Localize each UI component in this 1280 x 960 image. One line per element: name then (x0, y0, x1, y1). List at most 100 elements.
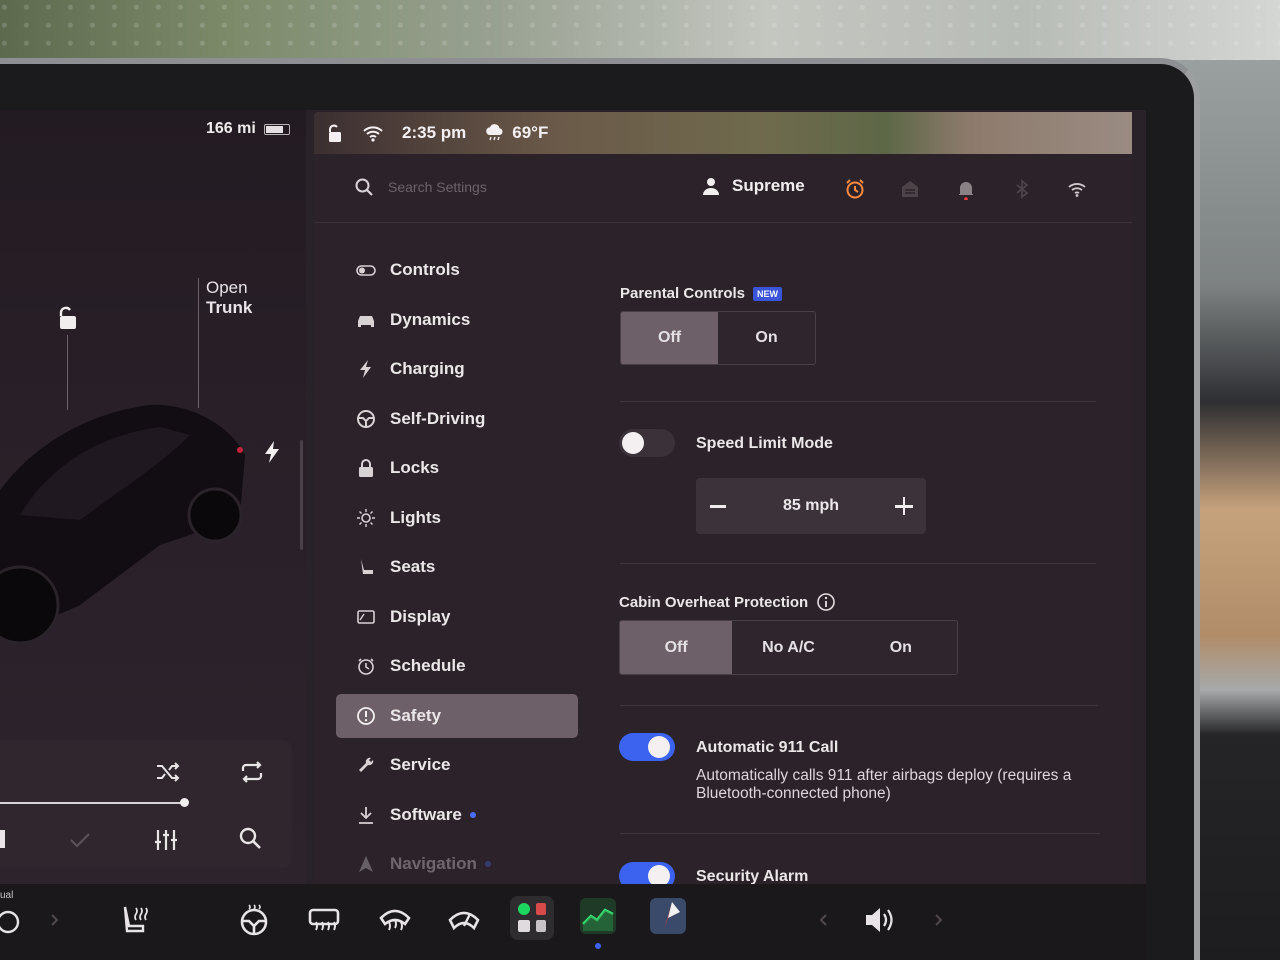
temperature-text: 69°F (512, 123, 549, 142)
navigation-app-icon[interactable] (650, 898, 686, 934)
rear-defrost-icon[interactable] (306, 902, 342, 938)
section-divider (620, 705, 1098, 706)
menu-label-seats: Seats (390, 557, 436, 576)
wrench-icon (359, 757, 374, 772)
cabin-overheat-text: Cabin Overheat Protection (619, 593, 809, 611)
cabin-overheat-off[interactable]: Off (620, 621, 733, 674)
front-defrost-icon[interactable] (377, 902, 413, 938)
user-profile-icon (703, 178, 719, 195)
section-divider (620, 401, 1096, 402)
open-trunk-button[interactable]: Open Trunk (206, 278, 252, 318)
new-badge: NEW (753, 286, 783, 301)
menu-label-self-driving: Self-Driving (390, 408, 486, 428)
automatic-911-label: Automatic 911 Call (696, 739, 839, 756)
cabin-overheat-no-ac[interactable]: No A/C (732, 621, 844, 674)
bluetooth-icon[interactable] (1011, 178, 1033, 200)
garage-icon[interactable] (899, 178, 921, 200)
parental-controls-selector: Off On (620, 311, 816, 365)
bottom-dock (0, 884, 1146, 960)
steering-heater-icon[interactable] (236, 902, 272, 938)
wifi-icon[interactable] (1066, 178, 1088, 200)
navigation-update-dot (484, 861, 491, 867)
chart-line-icon (582, 908, 614, 931)
cabin-overheat-on[interactable]: On (845, 621, 957, 674)
notification-bell-icon[interactable] (955, 178, 977, 200)
menu-item-software[interactable]: Software (336, 793, 578, 837)
media-progress-knob[interactable] (180, 798, 189, 807)
driver-name: Supreme (732, 176, 805, 195)
cabin-overheat-selector: Off No A/C On (619, 620, 958, 675)
repeat-icon[interactable] (238, 758, 266, 786)
checkmark-icon[interactable] (66, 826, 94, 854)
menu-item-locks[interactable]: Locks (336, 446, 578, 490)
menu-label-schedule: Schedule (390, 656, 466, 675)
navigation-icon (359, 856, 373, 872)
driver-profile-button[interactable]: Supreme (702, 176, 805, 196)
software-update-dot (469, 811, 476, 818)
volume-left-chevron-icon[interactable] (814, 910, 834, 930)
security-alarm-row: Security Alarm (600, 856, 1146, 884)
alarm-clock-icon[interactable] (844, 178, 866, 200)
app-launcher-icon[interactable] (510, 896, 554, 940)
search-icon[interactable] (354, 177, 374, 197)
previous-track-partial-icon[interactable] (0, 830, 5, 848)
info-icon[interactable] (816, 592, 836, 612)
seat-icon (361, 559, 373, 574)
menu-item-dynamics[interactable]: Dynamics (336, 298, 578, 342)
menu-item-service[interactable]: Service (336, 743, 578, 787)
parental-controls-text: Parental Controls (620, 285, 746, 302)
range-text: 166 mi (206, 120, 256, 137)
stocks-app-icon[interactable] (580, 898, 616, 934)
gear-selector-icon[interactable] (0, 904, 26, 940)
menu-item-charging[interactable]: Charging (336, 347, 578, 391)
media-search-icon[interactable] (236, 824, 264, 852)
equalizer-icon[interactable] (152, 826, 180, 854)
trunk-pointer-line (198, 278, 199, 408)
menu-item-seats[interactable]: Seats (336, 545, 578, 589)
parental-controls-off[interactable]: Off (621, 312, 718, 364)
menu-item-self-driving[interactable]: Self-Driving (336, 397, 578, 441)
chevron-left-icon[interactable] (44, 910, 64, 930)
clock-time: 2:35 pm (402, 123, 467, 142)
active-app-indicator (595, 943, 601, 949)
seat-heater-icon[interactable] (116, 902, 152, 938)
unlock-icon[interactable] (55, 305, 79, 331)
parental-controls-label: Parental Controls NEW (620, 285, 783, 302)
speed-decrease-button[interactable] (708, 496, 728, 516)
menu-label-service: Service (390, 755, 451, 774)
speed-increase-button[interactable] (894, 496, 914, 516)
car-model-image (0, 404, 245, 645)
menu-item-controls[interactable]: Controls (336, 248, 578, 292)
menu-item-schedule[interactable]: Schedule (336, 644, 578, 688)
volume-icon[interactable] (862, 902, 898, 938)
display-icon (357, 609, 375, 624)
menu-label-safety: Safety (390, 705, 442, 725)
status-bar: 2:35 pm 69°F (314, 112, 1132, 154)
volume-right-chevron-icon[interactable] (928, 910, 948, 930)
speed-limit-value: 85 mph (782, 497, 839, 514)
charge-port-bolt-icon[interactable] (263, 440, 281, 464)
media-progress-bar[interactable] (0, 802, 186, 804)
car-panel-scrollbar[interactable] (300, 440, 303, 550)
menu-item-lights[interactable]: Lights (336, 496, 578, 540)
speed-limit-stepper: 85 mph (696, 478, 926, 534)
menu-label-charging: Charging (390, 359, 465, 378)
speed-limit-mode-toggle[interactable] (619, 429, 675, 457)
parental-controls-on[interactable]: On (718, 312, 815, 364)
menu-label-controls: Controls (390, 260, 460, 279)
security-alarm-toggle[interactable] (619, 862, 675, 884)
menu-item-display[interactable]: Display (336, 595, 578, 639)
media-player-card (0, 740, 292, 868)
cloud-rain-icon (486, 124, 503, 141)
steering-wheel-icon (357, 409, 375, 428)
trunk-label-line2: Trunk (206, 298, 253, 317)
automatic-911-description-line1: Automatically calls 911 after airbags de… (696, 767, 1072, 784)
automatic-911-toggle[interactable] (619, 733, 675, 761)
search-settings-input[interactable] (388, 172, 648, 202)
menu-item-safety[interactable]: Safety (336, 693, 578, 738)
battery-icon (263, 123, 290, 135)
menu-item-navigation[interactable]: Navigation (336, 842, 578, 886)
wiper-icon[interactable] (446, 902, 482, 938)
apps-grid-icon (518, 903, 546, 932)
shuffle-icon[interactable] (154, 758, 182, 786)
